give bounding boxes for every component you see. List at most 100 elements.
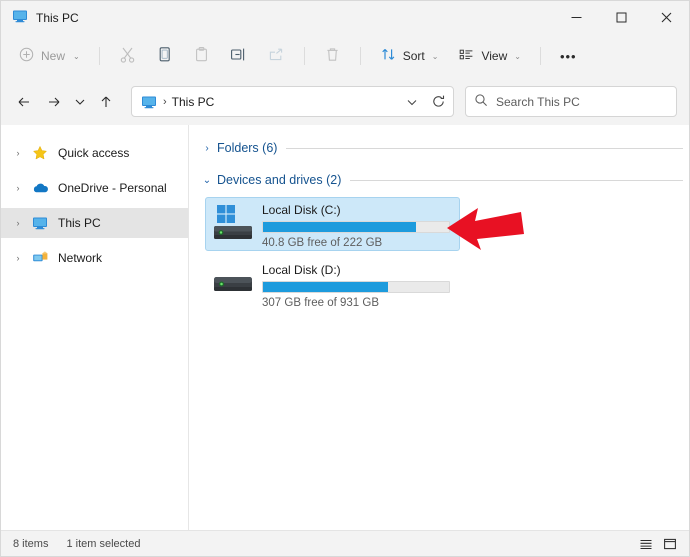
breadcrumb-separator: › <box>163 95 167 108</box>
circle-plus-icon <box>19 47 34 65</box>
chevron-right-icon[interactable]: › <box>7 218 29 228</box>
search-box[interactable] <box>465 86 677 117</box>
status-item-count: 8 items <box>13 537 49 550</box>
navigation-bar: › This PC <box>1 78 689 125</box>
group-header-folders[interactable]: › Folders (6) <box>199 137 689 159</box>
sidebar-item-quick-access[interactable]: › Quick access <box>1 138 188 168</box>
chevron-down-icon: ⌄ <box>514 51 521 61</box>
group-rule <box>350 179 683 181</box>
sidebar-item-label: OneDrive - Personal <box>58 181 167 195</box>
new-button[interactable]: New ⌄ <box>11 41 89 71</box>
drive-usage-text: 307 GB free of 931 GB <box>262 297 379 309</box>
share-button[interactable] <box>259 41 294 71</box>
hard-drive-icon <box>210 260 256 306</box>
large-icons-view-icon[interactable] <box>659 534 681 554</box>
ellipsis-icon: ••• <box>559 48 577 64</box>
chevron-right-icon[interactable]: › <box>7 253 29 263</box>
chevron-right-icon[interactable]: › <box>7 183 29 193</box>
forward-button[interactable] <box>39 87 69 117</box>
see-more-button[interactable]: ••• <box>551 41 586 71</box>
sidebar-item-label: Network <box>58 251 103 265</box>
navigation-pane: › Quick access › OneDrive - Personal › T… <box>1 125 189 530</box>
details-view-icon[interactable] <box>635 534 657 554</box>
breadcrumb-this-pc[interactable]: This PC <box>172 95 215 109</box>
view-button-label: View <box>481 49 508 63</box>
title-bar: This PC <box>1 1 689 34</box>
drive-tile-local-disk-c[interactable]: Local Disk (C:) 40.8 GB free of 222 GB <box>205 197 460 251</box>
drive-tile-local-disk-d[interactable]: Local Disk (D:) 307 GB free of 931 GB <box>205 257 460 311</box>
file-explorer-window: This PC New ⌄ Sort ⌄ View ⌄ ••• › This P… <box>0 0 690 557</box>
window-title: This PC <box>36 10 79 25</box>
sort-button[interactable]: Sort ⌄ <box>371 41 448 71</box>
address-bar[interactable]: › This PC <box>131 86 454 117</box>
sidebar-item-label: Quick access <box>58 146 130 160</box>
cut-button[interactable] <box>110 41 145 71</box>
drive-usage-text: 40.8 GB free of 222 GB <box>262 237 383 249</box>
drive-info-c: Local Disk (C:) 40.8 GB free of 222 GB <box>256 200 456 249</box>
scissors-icon <box>119 46 136 66</box>
group-title-devices-and-drives: Devices and drives (2) <box>217 173 342 187</box>
explorer-body: › Quick access › OneDrive - Personal › T… <box>1 125 689 530</box>
up-button[interactable] <box>91 87 121 117</box>
sort-button-label: Sort <box>402 49 425 63</box>
delete-button[interactable] <box>315 41 350 71</box>
back-button[interactable] <box>9 87 39 117</box>
drive-info-d: Local Disk (D:) 307 GB free of 931 GB <box>256 260 456 309</box>
search-input[interactable] <box>496 94 668 109</box>
group-title-folders: Folders (6) <box>217 141 278 155</box>
sidebar-item-this-pc[interactable]: › This PC <box>1 208 188 238</box>
new-button-label: New <box>41 49 66 63</box>
paste-icon <box>193 46 210 66</box>
trash-icon <box>324 46 341 66</box>
address-dropdown-button[interactable] <box>399 88 425 115</box>
share-icon <box>268 46 285 66</box>
chevron-right-icon[interactable]: › <box>7 148 29 158</box>
chevron-down-icon: ⌄ <box>431 51 439 61</box>
window-controls <box>554 1 689 34</box>
status-bar: 8 items 1 item selected <box>1 530 689 556</box>
this-pc-monitor-icon <box>29 215 51 231</box>
chevron-down-icon: ⌄ <box>73 51 80 61</box>
copy-button[interactable] <box>147 41 182 71</box>
this-pc-monitor-icon <box>12 8 28 27</box>
drive-name: Local Disk (D:) <box>262 263 341 277</box>
command-bar-divider-3 <box>359 47 361 65</box>
close-button[interactable] <box>644 1 689 34</box>
refresh-button[interactable] <box>425 88 451 115</box>
sort-arrows-icon <box>380 46 397 66</box>
drive-usage-bar <box>262 281 450 293</box>
view-toggle-group <box>635 534 681 554</box>
network-icon <box>29 250 51 266</box>
group-header-devices-and-drives[interactable]: ⌄ Devices and drives (2) <box>199 169 689 191</box>
chevron-right-icon[interactable]: › <box>199 143 215 154</box>
this-pc-monitor-icon <box>141 94 157 110</box>
view-list-icon <box>458 46 475 66</box>
title-bar-left: This PC <box>1 8 79 27</box>
sidebar-item-label: This PC <box>58 216 101 230</box>
search-icon <box>474 93 488 110</box>
view-button[interactable]: View ⌄ <box>449 41 530 71</box>
command-bar-divider-4 <box>539 47 541 65</box>
command-bar-divider-2 <box>303 47 305 65</box>
drive-usage-bar-fill <box>263 222 416 232</box>
status-selection: 1 item selected <box>66 537 141 550</box>
drive-usage-bar-fill <box>263 282 388 292</box>
windows-system-drive-icon <box>210 200 256 246</box>
group-rule <box>286 147 683 149</box>
chevron-down-icon[interactable]: ⌄ <box>199 175 215 186</box>
drive-name: Local Disk (C:) <box>262 203 341 217</box>
star-icon <box>29 145 51 161</box>
recent-locations-button[interactable] <box>69 87 91 117</box>
drive-usage-bar <box>262 221 450 233</box>
command-bar: New ⌄ Sort ⌄ View ⌄ ••• <box>1 34 689 78</box>
sidebar-item-onedrive[interactable]: › OneDrive - Personal <box>1 173 188 203</box>
rename-button[interactable] <box>221 41 257 71</box>
sidebar-item-network[interactable]: › Network <box>1 243 188 273</box>
command-bar-divider-1 <box>98 47 100 65</box>
maximize-button[interactable] <box>599 1 644 34</box>
paste-button[interactable] <box>184 41 219 71</box>
drive-tiles: Local Disk (C:) 40.8 GB free of 222 GB L… <box>199 193 689 311</box>
minimize-button[interactable] <box>554 1 599 34</box>
file-list-pane[interactable]: › Folders (6) ⌄ Devices and drives (2) L… <box>189 125 689 530</box>
